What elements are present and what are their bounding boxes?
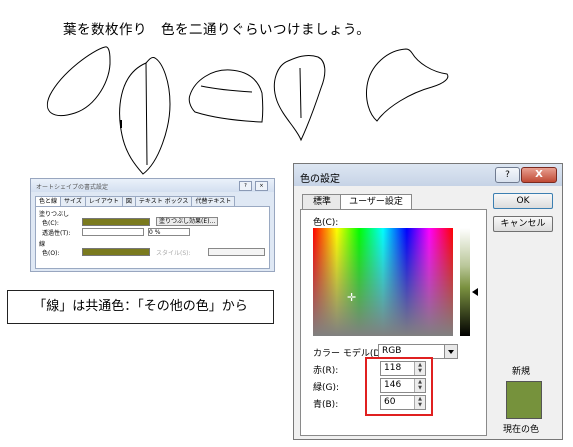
blue-label: 青(B): <box>313 400 339 410</box>
line-color-callout: 「線」は共通色：「その他の色」から <box>7 290 274 324</box>
line-style-label: スタイル(S): <box>156 250 191 257</box>
format-tabs: 色と線 サイズ レイアウト図テキスト ボックス 代替テキスト <box>35 196 236 206</box>
leaf-drawings <box>46 46 449 175</box>
red-label: 赤(R): <box>313 366 339 376</box>
crosshair-icon: ✛ <box>347 291 357 304</box>
line-style-dropdown[interactable] <box>208 248 265 256</box>
green-label: 緑(G): <box>313 383 340 393</box>
tab-size[interactable]: サイズ <box>60 196 86 206</box>
rgb-highlight-box <box>365 357 433 416</box>
line-color-dropdown[interactable] <box>82 248 150 256</box>
line-color-label: 色(O): <box>42 250 60 257</box>
luminance-arrow-icon[interactable] <box>472 288 478 296</box>
line-group-label: 線 <box>39 241 46 248</box>
color-dialog-title: 色の設定 <box>300 174 340 185</box>
transparency-slider[interactable] <box>82 228 144 236</box>
help-icon[interactable]: ? <box>495 167 520 183</box>
fill-color-label: 色(C): <box>42 220 59 227</box>
fill-color-dropdown[interactable] <box>82 218 150 226</box>
chevron-down-icon[interactable] <box>444 345 457 358</box>
fill-effect-button[interactable]: 塗りつぶし効果(E)... <box>156 217 219 226</box>
close-icon[interactable]: X <box>521 167 557 183</box>
tab-picture[interactable]: 図 <box>121 196 136 206</box>
close-icon[interactable]: × <box>255 181 268 191</box>
tab-standard[interactable]: 標準 <box>302 194 342 209</box>
format-dialog-titlebar: オートシェイプの書式設定 ? × <box>31 179 274 192</box>
format-pane: 塗りつぶし 色(C): 塗りつぶし効果(E)... 透過性(T): 0 % 線 … <box>35 206 270 269</box>
tab-color-line[interactable]: 色と線 <box>35 196 62 206</box>
tab-textbox[interactable]: テキスト ボックス <box>134 196 193 206</box>
leaf-shape-2 <box>119 57 171 175</box>
tab-alt-text[interactable]: 代替テキスト <box>191 196 236 206</box>
leaf-shape-4 <box>273 55 326 142</box>
help-icon[interactable]: ? <box>239 181 252 191</box>
luminance-bar[interactable] <box>460 228 470 336</box>
autoshape-format-dialog: オートシェイプの書式設定 ? × 色と線 サイズ レイアウト図テキスト ボックス 代替… <box>30 178 275 272</box>
cancel-button[interactable]: キャンセル <box>493 216 553 232</box>
fill-group-label: 塗りつぶし <box>39 211 70 218</box>
transparency-field[interactable]: 0 % <box>148 228 190 236</box>
color-spectrum[interactable] <box>313 228 453 336</box>
new-color-label: 新規 <box>512 367 531 377</box>
leaf-shape-5 <box>366 48 449 122</box>
color-model-value: RGB <box>382 346 402 356</box>
current-color-label: 現在の色 <box>503 425 540 435</box>
colors-label: 色(C): <box>313 218 339 228</box>
tab-custom[interactable]: ユーザー設定 <box>340 194 412 210</box>
color-dialog-titlebar: 色の設定 ? X <box>294 164 562 186</box>
color-preview-swatch <box>506 381 542 419</box>
transparency-label: 透過性(T): <box>42 230 71 237</box>
leaf-shape-1 <box>46 46 111 117</box>
ok-button[interactable]: OK <box>493 193 553 209</box>
format-dialog-title: オートシェイプの書式設定 <box>36 184 109 191</box>
tab-layout[interactable]: レイアウト <box>84 196 123 206</box>
leaf-shape-3 <box>188 69 264 123</box>
